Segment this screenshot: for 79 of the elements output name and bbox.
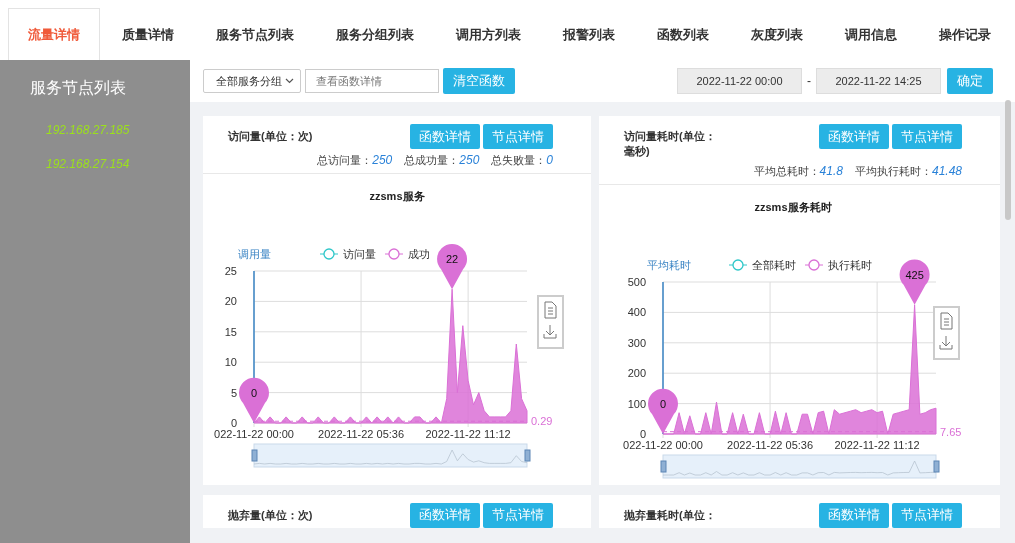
value-pin: 22 <box>437 244 468 290</box>
tab[interactable]: 报警列表 <box>543 8 635 60</box>
slider-handle[interactable] <box>660 460 667 473</box>
stat-label: 平均总耗时： <box>753 164 820 177</box>
slider-handle[interactable] <box>251 449 258 462</box>
legend-label: 成功 <box>408 248 430 260</box>
stat-label: 总失败量： <box>491 154 547 166</box>
legend-label: 全部耗时 <box>752 258 796 271</box>
function-search-field[interactable]: 查看函数详情 <box>305 69 439 93</box>
card-title: 访问量耗时(单位：毫秒) <box>624 129 717 160</box>
stat-value: 250 <box>372 153 393 167</box>
stat-value: 41.48 <box>931 163 962 178</box>
card-title: 访问量(单位：次) <box>228 129 314 144</box>
tab[interactable]: 调用方列表 <box>436 8 541 60</box>
download-icon[interactable] <box>543 324 557 339</box>
y-tick-label: 0 <box>639 427 646 440</box>
value-pin: 425 <box>899 259 930 305</box>
y-tick-label: 5 <box>230 386 237 399</box>
annotation: 425 <box>905 268 924 281</box>
x-tick-label: 2022-11-22 11:12 <box>425 428 511 440</box>
slider-handle[interactable] <box>933 460 940 473</box>
sidebar-title: 服务节点列表 <box>29 78 127 98</box>
slider-handle[interactable] <box>524 449 531 462</box>
stat-label: 平均执行耗时： <box>854 164 932 177</box>
tab[interactable]: 函数列表 <box>637 8 729 60</box>
y-tick-label: 500 <box>627 275 646 288</box>
legend-item[interactable]: 全部耗时 <box>728 258 796 271</box>
y-tick-label: 400 <box>627 306 646 319</box>
y-tick-label: 15 <box>224 325 237 338</box>
tab[interactable]: 服务分组列表 <box>316 8 434 60</box>
end-time-field[interactable]: 2022-11-22 14:25 <box>816 68 941 94</box>
download-icon[interactable] <box>939 335 953 350</box>
chart-title: zzsms服务 <box>369 190 425 202</box>
stat-value: 41.8 <box>819 163 843 178</box>
separator: - <box>806 74 812 88</box>
y-tick-label: 20 <box>224 295 237 308</box>
annotation: 0 <box>250 387 258 399</box>
tab[interactable]: 质量详情 <box>102 8 194 60</box>
x-tick-label: 2022-11-22 05:36 <box>727 438 814 451</box>
y-tick-label: 100 <box>627 397 646 410</box>
x-tick-label: 2022-11-22 05:36 <box>318 428 405 440</box>
x-tick-label: 022-11-22 00:00 <box>214 428 294 440</box>
card-title: 抛弃量(单位：次) <box>228 507 314 523</box>
scrollbar[interactable] <box>1005 100 1011 220</box>
legend-item[interactable]: 访问量 <box>319 248 376 260</box>
caret-icon <box>285 78 294 84</box>
x-tick-label: 022-11-22 00:00 <box>623 438 703 451</box>
tab[interactable]: 服务节点列表 <box>196 8 314 60</box>
legend-item[interactable]: 执行耗时 <box>804 258 872 271</box>
stat-label: 总成功量： <box>404 154 460 166</box>
axis-title: 调用量 <box>238 248 271 260</box>
axis-title: 平均耗时 <box>647 258 691 271</box>
tab[interactable]: 操作记录 <box>919 8 1011 60</box>
value-pin: 0 <box>648 388 678 434</box>
annotation: 22 <box>445 253 459 266</box>
stat-label: 总访问量： <box>317 154 373 166</box>
group-select[interactable]: 全部服务分组 <box>203 69 301 93</box>
start-time-field[interactable]: 2022-11-22 00:00 <box>677 68 802 94</box>
legend-item[interactable]: 成功 <box>384 248 430 260</box>
chart-title: zzsms服务耗时 <box>754 200 832 213</box>
legend-label: 访问量 <box>343 248 376 260</box>
document-icon[interactable] <box>544 301 557 319</box>
annotation: 0 <box>659 397 667 410</box>
tab[interactable]: 灰度列表 <box>731 8 823 60</box>
y-tick-label: 200 <box>627 367 646 379</box>
tab[interactable]: 调用信息 <box>825 8 917 60</box>
stat-value: 0 <box>546 153 553 167</box>
value-pin: 0 <box>239 377 269 423</box>
zoom-slider[interactable] <box>662 454 937 479</box>
y-tick-label: 300 <box>627 336 646 349</box>
y-tick-label: 0 <box>230 417 237 429</box>
document-icon[interactable] <box>940 312 953 330</box>
zoom-slider[interactable] <box>253 443 528 468</box>
x-tick-label: 2022-11-22 11:12 <box>834 438 920 451</box>
y-tick-label: 25 <box>224 265 237 277</box>
y-tick-label: 10 <box>224 356 237 369</box>
stat-value: 250 <box>459 153 480 167</box>
legend-label: 执行耗时 <box>828 258 872 271</box>
card-title: 抛弃量耗时(单位： <box>624 507 717 523</box>
